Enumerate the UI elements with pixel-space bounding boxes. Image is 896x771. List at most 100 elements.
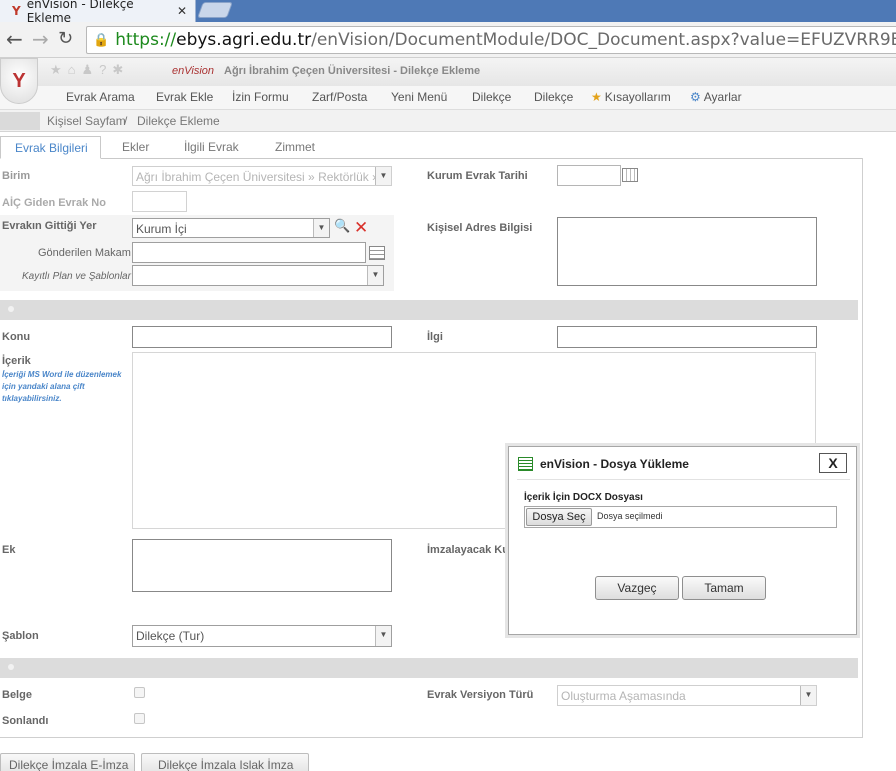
evrakin-gittigi-yer-label: Evrakın Gittiği Yer [2, 220, 97, 232]
evrak-versiyon-value: Oluşturma Aşamasında [561, 689, 686, 703]
reload-icon[interactable]: ↻ [58, 28, 73, 49]
lookup-icon[interactable]: 🔍 [334, 218, 350, 234]
clear-icon[interactable]: ✕ [354, 218, 368, 238]
menu-evrak-arama[interactable]: Evrak Arama [66, 90, 135, 104]
gonderilen-makam-label: Gönderilen Makam [38, 247, 131, 259]
chevron-down-icon: ▼ [800, 686, 816, 705]
aic-giden-evrak-no-input[interactable] [132, 191, 187, 212]
icerik-hint: İçeriği MS Word ile düzenlemek için yand… [2, 370, 122, 403]
dilekce-imzala-islak-imza-button[interactable]: Dilekçe İmzala Islak İmza [141, 753, 309, 771]
breadcrumb-current: Dilekçe Ekleme [137, 114, 220, 128]
sablon-label: Şablon [2, 630, 39, 642]
sablon-select[interactable]: Dilekçe (Tur) ▼ [132, 625, 392, 647]
evrak-versiyon-turu-label: Evrak Versiyon Türü [427, 689, 534, 701]
evrakin-gittigi-yer-select[interactable]: Kurum İçi ▼ [132, 218, 330, 238]
back-arrow-icon[interactable]: ← [6, 27, 23, 51]
menu-ayarlar-label: Ayarlar [703, 90, 742, 104]
forward-arrow-icon[interactable]: → [32, 27, 49, 51]
section-dot-icon [8, 664, 14, 670]
ilgi-input[interactable] [557, 326, 817, 348]
file-status-text: Dosya seçilmedi [597, 511, 663, 521]
breadcrumb-bar [0, 110, 896, 132]
chevron-down-icon: ▼ [367, 266, 383, 285]
dialog-titlebar[interactable]: enVision - Dosya Yükleme X [509, 447, 856, 479]
kisisel-adres-bilgisi-textarea[interactable] [557, 217, 817, 286]
section-dot-icon [8, 306, 14, 312]
docx-file-label: İçerik İçin DOCX Dosyası [524, 492, 643, 503]
tab-ilgili-evrak[interactable]: İlgili Evrak [184, 140, 239, 154]
sonlandi-checkbox[interactable] [134, 713, 145, 724]
birim-label: Birim [2, 170, 31, 182]
menu-dilekce-2[interactable]: Dilekçe [534, 90, 573, 104]
sablon-value: Dilekçe (Tur) [136, 629, 205, 643]
settings-icon: ⚙ [690, 90, 701, 104]
browser-tab[interactable]: Y enVision - Dilekçe Ekleme ✕ [0, 0, 196, 25]
kurum-evrak-tarihi-label: Kurum Evrak Tarihi [427, 170, 528, 182]
calendar-icon[interactable] [622, 168, 638, 182]
url-host: ebys.agri.edu.tr [176, 30, 312, 50]
browser-tab-strip: Y enVision - Dilekçe Ekleme ✕ [0, 0, 896, 25]
tab-evrak-bilgileri[interactable]: Evrak Bilgileri [0, 136, 101, 159]
url-path: /enVision/DocumentModule/DOC_Document.as… [311, 30, 896, 50]
url-scheme: https:// [115, 30, 177, 50]
gittigi-yer-value: Kurum İçi [136, 222, 187, 236]
dialog-close-button[interactable]: X [819, 453, 847, 473]
dilekce-imzala-e-imza-button[interactable]: Dilekçe İmzala E-İmza [0, 753, 135, 771]
envision-favicon-icon: Y [12, 4, 21, 18]
ek-textarea[interactable] [132, 539, 392, 592]
tab-ekler[interactable]: Ekler [122, 140, 149, 154]
imzalayacak-label: İmzalayacak Kull [427, 544, 516, 556]
close-tab-icon[interactable]: ✕ [177, 4, 187, 18]
menu-zarf-posta[interactable]: Zarf/Posta [312, 90, 367, 104]
tab-zimmet[interactable]: Zimmet [275, 140, 315, 154]
app-title: Ağrı İbrahim Çeçen Üniversitesi - Dilekç… [224, 65, 481, 77]
document-icon [518, 457, 533, 471]
lock-icon: 🔒 [93, 32, 110, 48]
address-bar[interactable]: 🔒 https:// ebys.agri.edu.tr /enVision/Do… [86, 26, 896, 54]
birim-value: Ağrı İbrahim Çeçen Üniversitesi » Rektör… [136, 170, 379, 184]
icerik-label: İçerik [2, 355, 31, 367]
ek-label: Ek [2, 544, 16, 556]
evrak-versiyon-turu-select[interactable]: Oluşturma Aşamasında ▼ [557, 685, 817, 706]
list-picker-icon[interactable] [369, 246, 385, 260]
new-tab-button[interactable] [197, 2, 233, 18]
kayitli-plan-select[interactable]: ▼ [132, 265, 384, 286]
belge-label: Belge [2, 689, 32, 701]
docx-file-input[interactable]: Dosya Seç Dosya seçilmedi [524, 506, 837, 528]
kurum-evrak-tarihi-input[interactable] [557, 165, 621, 186]
star-icon: ★ [591, 90, 602, 104]
breadcrumb-home-block [0, 112, 40, 130]
file-upload-dialog: enVision - Dosya Yükleme X İçerik İçin D… [508, 446, 857, 635]
menu-ayarlar[interactable]: ⚙ Ayarlar [690, 90, 742, 104]
kisisel-adres-bilgisi-label: Kişisel Adres Bilgisi [427, 222, 533, 234]
menu-izin-formu[interactable]: İzin Formu [232, 90, 289, 104]
breadcrumb-kisisel-sayfam[interactable]: Kişisel Sayfam [47, 114, 126, 128]
belge-checkbox[interactable] [134, 687, 145, 698]
chevron-down-icon: ▼ [375, 626, 391, 646]
konu-label: Konu [2, 331, 31, 343]
menu-yeni-menu[interactable]: Yeni Menü [391, 90, 447, 104]
menu-kisayollarim[interactable]: ★ Kısayollarım [591, 90, 671, 104]
aic-giden-evrak-no-label: AİÇ Giden Evrak No [2, 197, 106, 209]
menu-dilekce-1[interactable]: Dilekçe [472, 90, 511, 104]
ilgi-label: İlgi [427, 331, 443, 343]
ok-button[interactable]: Tamam [682, 576, 766, 600]
kayitli-plan-label: Kayıtlı Plan ve Şablonlar [22, 271, 131, 282]
birim-select[interactable]: Ağrı İbrahim Çeçen Üniversitesi » Rektör… [132, 166, 392, 186]
menu-kisayollarim-label: Kısayollarım [604, 90, 671, 104]
envision-logo-icon[interactable]: Y [0, 58, 38, 104]
breadcrumb-separator: / [124, 114, 128, 128]
chevron-down-icon: ▼ [313, 219, 329, 237]
chevron-down-icon: ▼ [375, 167, 391, 185]
section-divider-2 [0, 658, 858, 678]
dialog-title: enVision - Dosya Yükleme [540, 457, 689, 471]
gonderilen-makam-input[interactable] [132, 242, 366, 263]
quick-access-icons[interactable]: ★⌂♟?✱ [50, 62, 129, 78]
konu-input[interactable] [132, 326, 392, 348]
sonlandi-label: Sonlandı [2, 715, 49, 727]
brand-name: enVision [172, 65, 214, 77]
menu-evrak-ekle[interactable]: Evrak Ekle [156, 90, 213, 104]
choose-file-button[interactable]: Dosya Seç [526, 508, 592, 526]
cancel-button[interactable]: Vazgeç [595, 576, 679, 600]
browser-toolbar: ← → ↻ 🔒 https:// ebys.agri.edu.tr /enVis… [0, 22, 896, 58]
